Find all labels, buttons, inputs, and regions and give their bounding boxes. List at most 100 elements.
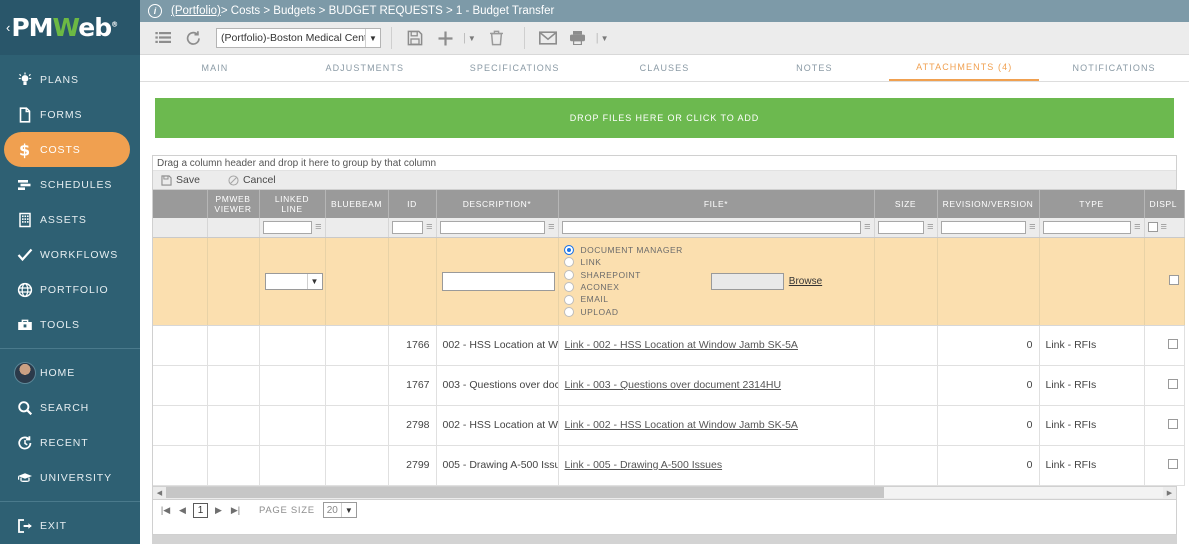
filter-icon[interactable]: ≡ xyxy=(1134,221,1140,233)
next-page-icon[interactable]: ▶ xyxy=(212,505,225,516)
column-header-bluebeam[interactable]: BLUEBEAM xyxy=(325,190,389,218)
filter-display-checkbox[interactable] xyxy=(1147,222,1158,233)
add-icon[interactable] xyxy=(432,26,458,50)
page-size-select[interactable]: 20 ▼ xyxy=(322,502,357,518)
scroll-right-icon[interactable]: ▶ xyxy=(1163,486,1176,499)
sidebar-item-exit[interactable]: EXIT xyxy=(0,508,140,543)
project-selector[interactable]: (Portfolio)-Boston Medical Center - 1 ▼ xyxy=(216,28,381,48)
filter-description-input[interactable] xyxy=(439,220,546,234)
radio-icon[interactable] xyxy=(563,307,574,318)
description-input[interactable] xyxy=(441,271,555,291)
collapse-sidebar-icon[interactable]: ‹ xyxy=(6,20,10,35)
sidebar-item-search[interactable]: SEARCH xyxy=(0,390,140,425)
sidebar-item-workflows[interactable]: WORKFLOWS xyxy=(0,237,140,272)
save-button[interactable]: Save xyxy=(161,174,200,186)
filter-type-input[interactable] xyxy=(1042,220,1132,234)
filter-size-input[interactable] xyxy=(877,220,925,234)
filter-icon[interactable]: ≡ xyxy=(927,221,933,233)
tab-attachments[interactable]: ATTACHMENTS (4) xyxy=(889,55,1040,81)
tab-notes[interactable]: NOTES xyxy=(739,55,889,81)
radio-sharepoint[interactable]: SHAREPOINT xyxy=(563,269,683,281)
column-header-blank[interactable] xyxy=(153,190,208,218)
horizontal-scrollbar[interactable]: ◀ ▶ xyxy=(153,485,1176,499)
display-checkbox[interactable] xyxy=(1167,338,1178,349)
tab-adjustments[interactable]: ADJUSTMENTS xyxy=(290,55,440,81)
chevron-down-icon[interactable]: ▼ xyxy=(468,34,476,43)
cell-pmweb-viewer[interactable] xyxy=(207,445,260,486)
chevron-down-icon[interactable]: ▼ xyxy=(365,29,380,47)
radio-icon[interactable] xyxy=(563,294,574,305)
column-header-file[interactable]: FILE* xyxy=(558,190,875,218)
save-icon[interactable] xyxy=(402,26,428,50)
radio-icon[interactable] xyxy=(563,269,574,280)
filter-icon[interactable]: ≡ xyxy=(315,221,321,233)
first-page-icon[interactable]: |◀ xyxy=(159,505,172,516)
sidebar-item-plans[interactable]: PLANS xyxy=(0,62,140,97)
filter-revision-input[interactable] xyxy=(940,220,1027,234)
radio-link[interactable]: LINK xyxy=(563,256,683,268)
column-header-revision[interactable]: REVISION/VERSION xyxy=(937,190,1040,218)
radio-aconex[interactable]: ACONEX xyxy=(563,281,683,293)
chevron-down-icon[interactable]: ▼ xyxy=(340,503,356,517)
filter-icon[interactable]: ≡ xyxy=(864,221,870,233)
table-row[interactable]: 1767 003 - Questions over document 2314H… xyxy=(153,365,1185,406)
last-page-icon[interactable]: ▶| xyxy=(229,505,242,516)
tab-specifications[interactable]: SPECIFICATIONS xyxy=(440,55,590,81)
column-header-description[interactable]: DESCRIPTION* xyxy=(436,190,559,218)
column-header-display[interactable]: DISPL xyxy=(1144,190,1185,218)
radio-icon[interactable] xyxy=(563,244,574,255)
file-link[interactable]: Link - 003 - Questions over document 231… xyxy=(565,379,782,391)
sidebar-item-assets[interactable]: ASSETS xyxy=(0,202,140,237)
scroll-left-icon[interactable]: ◀ xyxy=(153,486,166,499)
radio-icon[interactable] xyxy=(563,257,574,268)
breadcrumb-root-link[interactable]: (Portfolio) xyxy=(171,5,221,17)
filter-icon[interactable]: ≡ xyxy=(1029,221,1035,233)
scrollbar-track[interactable] xyxy=(166,487,1163,498)
table-row[interactable]: 2798 002 - HSS Location at Window Jamb S… xyxy=(153,405,1185,446)
info-icon[interactable]: i xyxy=(148,4,162,18)
history-icon[interactable] xyxy=(180,26,206,50)
linked-line-select[interactable]: ▼ xyxy=(264,272,323,290)
display-checkbox[interactable] xyxy=(1168,274,1179,285)
filter-icon[interactable]: ≡ xyxy=(548,221,554,233)
scrollbar-thumb[interactable] xyxy=(166,487,884,498)
radio-document-manager[interactable]: DOCUMENT MANAGER xyxy=(563,244,683,256)
column-header-type[interactable]: TYPE xyxy=(1039,190,1145,218)
file-link[interactable]: Link - 002 - HSS Location at Window Jamb… xyxy=(565,339,798,351)
tab-main[interactable]: MAIN xyxy=(140,55,290,81)
sidebar-item-schedules[interactable]: SCHEDULES xyxy=(0,167,140,202)
column-header-id[interactable]: ID xyxy=(388,190,437,218)
logo[interactable]: ‹ PMWeb® xyxy=(0,0,140,55)
print-icon[interactable] xyxy=(565,26,591,50)
prev-page-icon[interactable]: ◀ xyxy=(176,505,189,516)
filter-icon[interactable]: ≡ xyxy=(426,221,432,233)
radio-email[interactable]: EMAIL xyxy=(563,293,683,305)
email-icon[interactable] xyxy=(535,26,561,50)
file-link[interactable]: Link - 002 - HSS Location at Window Jamb… xyxy=(565,419,798,431)
display-checkbox[interactable] xyxy=(1167,418,1178,429)
sidebar-item-forms[interactable]: FORMS xyxy=(0,97,140,132)
sidebar-item-portfolio[interactable]: PORTFOLIO xyxy=(0,272,140,307)
sidebar-item-costs[interactable]: $ COSTS xyxy=(4,132,130,167)
filter-file-input[interactable] xyxy=(561,220,862,234)
file-link[interactable]: Link - 005 - Drawing A-500 Issues xyxy=(565,459,723,471)
browse-link[interactable]: Browse xyxy=(789,276,822,287)
sidebar-item-recent[interactable]: RECENT xyxy=(0,425,140,460)
current-page[interactable]: 1 xyxy=(193,502,208,518)
chevron-down-icon[interactable]: ▼ xyxy=(601,34,609,43)
column-header-size[interactable]: SIZE xyxy=(874,190,938,218)
radio-upload[interactable]: UPLOAD xyxy=(563,306,683,318)
filter-linked-line-input[interactable] xyxy=(262,220,313,234)
chevron-down-icon[interactable]: ▼ xyxy=(306,273,322,289)
cancel-button[interactable]: Cancel xyxy=(228,174,276,186)
filter-id-input[interactable] xyxy=(391,220,424,234)
sidebar-item-university[interactable]: UNIVERSITY xyxy=(0,460,140,495)
group-by-hint[interactable]: Drag a column header and drop it here to… xyxy=(153,155,1176,171)
sidebar-item-tools[interactable]: TOOLS xyxy=(0,307,140,342)
filter-icon[interactable]: ≡ xyxy=(1161,221,1167,233)
cell-pmweb-viewer[interactable] xyxy=(207,365,260,406)
file-dropzone[interactable]: DROP FILES HERE OR CLICK TO ADD xyxy=(155,98,1174,138)
tab-clauses[interactable]: CLAUSES xyxy=(590,55,740,81)
sidebar-item-home[interactable]: HOME xyxy=(0,355,140,390)
cell-pmweb-viewer[interactable] xyxy=(207,405,260,446)
